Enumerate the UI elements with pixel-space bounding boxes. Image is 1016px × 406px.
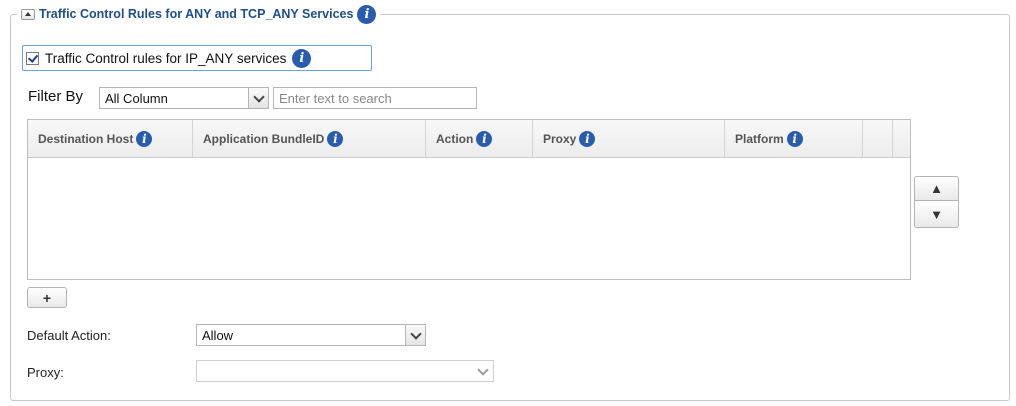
proxy-select[interactable] (196, 360, 494, 382)
collapse-section-button[interactable] (21, 8, 35, 20)
filter-by-label: Filter By (28, 88, 84, 105)
proxy-label: Proxy: (27, 365, 64, 380)
move-down-button[interactable]: ▼ (914, 201, 959, 228)
search-input[interactable]: Enter text to search (273, 87, 477, 109)
column-header-application-bundleid[interactable]: Application BundleID i (193, 120, 426, 157)
default-action-label: Default Action: (27, 328, 111, 343)
chevron-down-icon[interactable] (405, 325, 425, 345)
info-icon[interactable]: i (786, 130, 803, 147)
default-action-select[interactable]: Allow (196, 324, 426, 346)
ip-any-checkbox[interactable] (26, 51, 39, 65)
info-icon[interactable]: i (292, 48, 312, 68)
info-icon[interactable]: i (476, 130, 493, 147)
column-header-platform[interactable]: Platform i (725, 120, 863, 157)
section-legend: Traffic Control Rules for ANY and TCP_AN… (17, 4, 381, 24)
ip-any-checkbox-row[interactable]: Traffic Control rules for IP_ANY service… (22, 45, 372, 71)
chevron-down-icon[interactable] (473, 361, 493, 381)
column-header-action[interactable]: Action i (426, 120, 533, 157)
column-header-destination-host[interactable]: Destination Host i (28, 120, 193, 157)
ip-any-label: Traffic Control rules for IP_ANY service… (45, 50, 287, 66)
info-icon[interactable]: i (357, 4, 377, 24)
info-icon[interactable]: i (136, 130, 153, 147)
chevron-down-icon[interactable] (248, 88, 268, 108)
rules-table: Destination Host i Application BundleID … (27, 119, 911, 280)
search-placeholder: Enter text to search (279, 90, 392, 106)
column-header-extra (863, 120, 893, 157)
filter-column-select[interactable]: All Column (99, 87, 269, 109)
info-icon[interactable]: i (579, 130, 596, 147)
table-header: Destination Host i Application BundleID … (28, 120, 910, 158)
info-icon[interactable]: i (327, 130, 344, 147)
section-title: Traffic Control Rules for ANY and TCP_AN… (39, 7, 354, 21)
column-header-proxy[interactable]: Proxy i (533, 120, 725, 157)
add-rule-button[interactable]: + (27, 287, 67, 308)
filter-column-value: All Column (105, 90, 168, 106)
move-up-button[interactable]: ▲ (914, 176, 959, 201)
default-action-value: Allow (202, 327, 234, 343)
